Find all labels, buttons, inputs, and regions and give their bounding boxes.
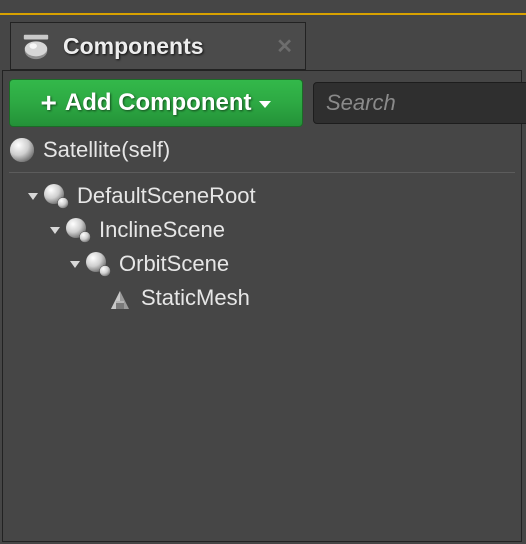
static-mesh-icon bbox=[107, 285, 133, 311]
tree-row-orbit-scene[interactable]: OrbitScene bbox=[9, 247, 515, 281]
tree-row-default-scene-root[interactable]: DefaultSceneRoot bbox=[9, 179, 515, 213]
tree-row-static-mesh[interactable]: StaticMesh bbox=[9, 281, 515, 315]
chevron-down-icon bbox=[258, 89, 272, 117]
search-field[interactable] bbox=[313, 82, 526, 124]
add-component-label: Add Component bbox=[65, 89, 252, 117]
scene-component-icon bbox=[43, 183, 69, 209]
tree-separator bbox=[9, 172, 515, 173]
toolbar: + Add Component bbox=[3, 76, 523, 129]
expander-icon[interactable] bbox=[49, 222, 61, 238]
add-component-button[interactable]: + Add Component bbox=[9, 79, 303, 127]
tree-label: InclineScene bbox=[99, 217, 225, 243]
panel-body: + Add Component bbox=[2, 70, 522, 542]
tree-label: StaticMesh bbox=[141, 285, 250, 311]
sphere-icon bbox=[9, 137, 35, 163]
tab-title: Components bbox=[63, 33, 276, 60]
expander-icon[interactable] bbox=[27, 188, 39, 204]
components-tab-icon bbox=[21, 31, 51, 61]
components-panel: Components ✕ + Add Component bbox=[0, 0, 526, 544]
highlight-rule bbox=[0, 13, 526, 15]
component-tree: Satellite(self) bbox=[9, 133, 515, 535]
tab-close-icon[interactable]: ✕ bbox=[276, 34, 293, 59]
search-input[interactable] bbox=[324, 89, 526, 117]
scene-component-icon bbox=[85, 251, 111, 277]
expander-icon[interactable] bbox=[69, 256, 81, 272]
tree-label: Satellite(self) bbox=[43, 137, 170, 163]
tree-row-incline-scene[interactable]: InclineScene bbox=[9, 213, 515, 247]
tree-label: DefaultSceneRoot bbox=[77, 183, 256, 209]
tree-row-actor[interactable]: Satellite(self) bbox=[9, 133, 515, 167]
tab-components[interactable]: Components ✕ bbox=[10, 22, 306, 70]
tree-label: OrbitScene bbox=[119, 251, 229, 277]
scene-component-icon bbox=[65, 217, 91, 243]
